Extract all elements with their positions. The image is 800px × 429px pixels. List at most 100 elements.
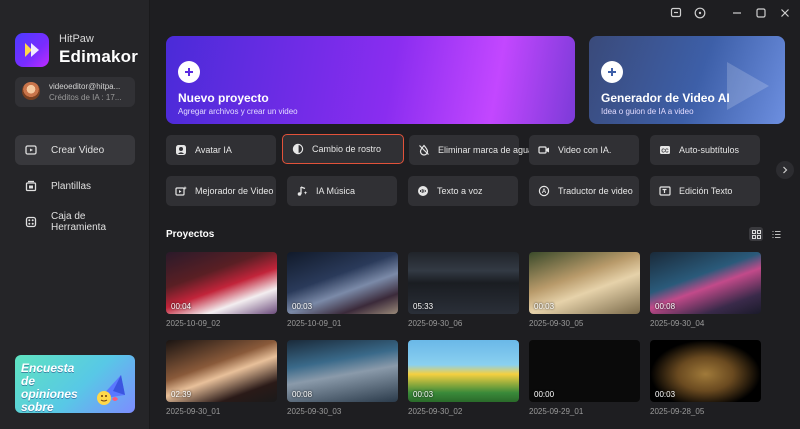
grid-icon	[751, 229, 761, 239]
tool-mejorador-de-video[interactable]: Mejorador de Video	[166, 176, 276, 206]
template-icon	[25, 180, 37, 192]
project-card[interactable]: 00:03 2025-09-28_05	[650, 340, 761, 416]
new-project-card[interactable]: Nuevo proyecto Agregar archivos y crear …	[166, 36, 575, 124]
sidebar-item-caja-de-herramienta[interactable]: Caja de Herramienta	[15, 207, 135, 237]
sidebar: HitPaw Edimakor videoeditor@hitpa... Cré…	[0, 0, 150, 429]
project-duration: 05:33	[413, 302, 434, 311]
tts-icon	[417, 185, 429, 197]
tool-auto-subtitulos[interactable]: CC Auto-subtítulos	[650, 135, 760, 165]
tool-traductor-de-video[interactable]: A Traductor de video	[529, 176, 639, 206]
ai-video-subtitle: Idea o guion de IA a video	[601, 107, 694, 116]
new-project-subtitle: Agregar archivos y crear un video	[178, 107, 298, 116]
ai-video-generator-card[interactable]: Generador de Video AI Idea o guion de IA…	[589, 36, 785, 124]
project-duration: 00:03	[292, 302, 313, 311]
project-name: 2025-09-28_05	[650, 407, 705, 416]
tool-texto-a-voz[interactable]: Texto a voz	[408, 176, 518, 206]
project-name: 2025-09-30_03	[287, 407, 342, 416]
project-card[interactable]: 00:03 2025-09-30_05	[529, 252, 640, 328]
project-name: 2025-09-30_05	[529, 319, 584, 328]
svg-text:CC: CC	[661, 148, 669, 154]
project-name: 2025-10-09_02	[166, 319, 221, 328]
tool-label: Mejorador de Video	[195, 186, 274, 196]
tool-ia-musica[interactable]: IA Música	[287, 176, 397, 206]
project-name: 2025-09-29_01	[529, 407, 584, 416]
tool-eliminar-marca-de-agua[interactable]: Eliminar marca de agua	[409, 135, 533, 165]
play-illustration-icon	[727, 62, 769, 110]
survey-banner[interactable]: Encuesta de opiniones sobre	[15, 355, 135, 413]
list-view-button[interactable]	[769, 227, 783, 241]
project-card[interactable]: 00:04 2025-10-09_02	[166, 252, 277, 328]
project-duration: 00:03	[534, 302, 555, 311]
maximize-icon[interactable]	[754, 6, 768, 20]
projects-title: Proyectos	[166, 229, 215, 240]
project-card[interactable]: 05:33 2025-09-30_06	[408, 252, 519, 328]
project-card[interactable]: 00:03 2025-09-30_02	[408, 340, 519, 416]
close-icon[interactable]	[778, 6, 792, 20]
tools-next-button[interactable]	[776, 161, 794, 179]
project-thumbnail: 02:39	[166, 340, 277, 402]
project-duration: 00:03	[655, 390, 676, 399]
project-card[interactable]: 00:08 2025-09-30_04	[650, 252, 761, 328]
project-name: 2025-10-09_01	[287, 319, 342, 328]
account-card[interactable]: videoeditor@hitpa... Créditos de IA : 17…	[15, 77, 135, 107]
face-swap-icon	[292, 143, 304, 155]
project-thumbnail: 00:08	[287, 340, 398, 402]
app-logo-icon	[15, 33, 49, 67]
project-thumbnail: 00:03	[529, 252, 640, 314]
sidebar-item-plantillas[interactable]: Plantillas	[15, 171, 135, 201]
tool-label: Auto-subtítulos	[679, 145, 740, 155]
project-duration: 00:08	[655, 302, 676, 311]
project-duration: 00:00	[534, 390, 555, 399]
project-duration: 00:08	[292, 390, 313, 399]
project-thumbnail: 05:33	[408, 252, 519, 314]
project-duration: 00:04	[171, 302, 192, 311]
project-card[interactable]: 00:08 2025-09-30_03	[287, 340, 398, 416]
help-icon[interactable]	[693, 6, 707, 20]
project-thumbnail: 00:03	[650, 340, 761, 402]
subtitles-icon: CC	[659, 144, 671, 156]
tool-label: Avatar IA	[195, 145, 232, 155]
plus-icon	[601, 61, 623, 83]
feedback-icon[interactable]	[669, 6, 683, 20]
chevron-right-icon	[783, 166, 788, 174]
tool-cambio-de-rostro[interactable]: Cambio de rostro	[282, 134, 404, 164]
sidebar-item-label: Crear Video	[51, 144, 105, 156]
project-thumbnail: 00:04	[166, 252, 277, 314]
project-thumbnail: 00:00	[529, 340, 640, 402]
sidebar-item-crear-video[interactable]: Crear Video	[15, 135, 135, 165]
survey-illustration-icon	[97, 375, 125, 405]
project-thumbnail: 00:03	[408, 340, 519, 402]
project-duration: 02:39	[171, 390, 192, 399]
sidebar-item-label: Plantillas	[51, 180, 92, 192]
grid-view-button[interactable]	[749, 227, 763, 241]
enhance-icon	[175, 185, 187, 197]
plus-icon	[178, 61, 200, 83]
tool-avatar-ia[interactable]: Avatar IA	[166, 135, 276, 165]
ai-video-title: Generador de Video AI	[601, 91, 730, 105]
project-name: 2025-09-30_01	[166, 407, 221, 416]
tool-label: Edición Texto	[679, 186, 733, 196]
tool-label: IA Música	[316, 186, 356, 196]
sidebar-item-label: Caja de Herramienta	[51, 211, 107, 233]
brand-product: Edimakor	[59, 47, 139, 66]
minimize-icon[interactable]	[730, 6, 744, 20]
list-icon	[772, 230, 780, 238]
tool-video-con-ia[interactable]: Video con IA.	[529, 135, 639, 165]
project-thumbnail: 00:08	[650, 252, 761, 314]
ai-video-icon	[538, 144, 550, 156]
svg-text:A: A	[542, 189, 547, 195]
project-duration: 00:03	[413, 390, 434, 399]
account-email: videoeditor@hitpa...	[49, 82, 121, 91]
project-name: 2025-09-30_02	[408, 407, 463, 416]
project-card[interactable]: 00:03 2025-10-09_01	[287, 252, 398, 328]
project-card[interactable]: 00:00 2025-09-29_01	[529, 340, 640, 416]
avatar	[22, 82, 40, 100]
project-card[interactable]: 02:39 2025-09-30_01	[166, 340, 277, 416]
translate-icon: A	[538, 185, 550, 197]
tool-edicion-texto[interactable]: Edición Texto	[650, 176, 760, 206]
account-credits: Créditos de IA : 17...	[49, 93, 122, 102]
film-icon	[25, 144, 37, 156]
new-project-title: Nuevo proyecto	[178, 91, 269, 105]
music-icon	[296, 185, 308, 197]
project-thumbnail: 00:03	[287, 252, 398, 314]
